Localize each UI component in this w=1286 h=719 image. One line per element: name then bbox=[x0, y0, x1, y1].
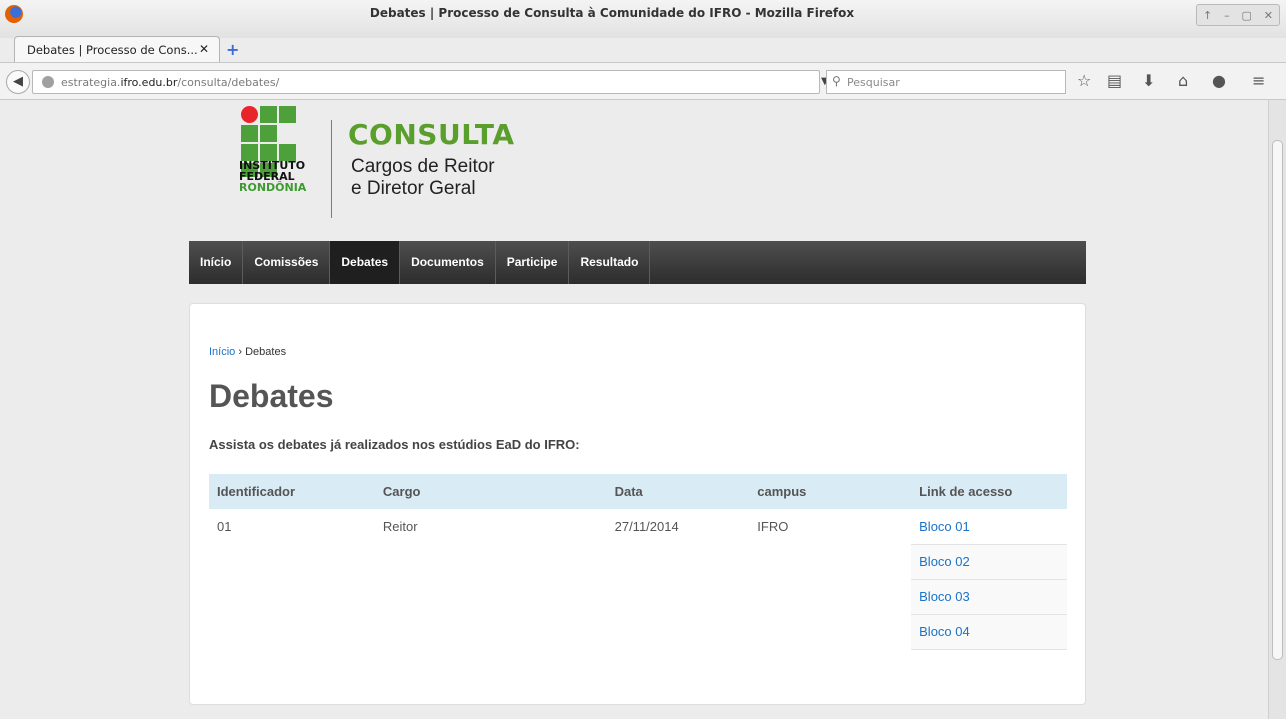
globe-icon bbox=[42, 76, 54, 88]
table-row: Bloco 04 bbox=[209, 614, 1067, 650]
cell-link: Bloco 02 bbox=[911, 544, 1067, 580]
window-titlebar: Debates | Processo de Consulta à Comunid… bbox=[0, 0, 1286, 38]
page-viewport: INSTITUTO FEDERAL RONDÔNIA CONSULTA Carg… bbox=[0, 100, 1268, 719]
url-prefix: estrategia. bbox=[61, 76, 121, 89]
subtitle-line2: e Diretor Geral bbox=[351, 178, 476, 199]
search-bar[interactable]: ⚲ Pesquisar bbox=[826, 70, 1066, 94]
cell-cargo: Reitor bbox=[382, 519, 418, 534]
menu-item-documentos[interactable]: Documentos bbox=[400, 241, 496, 284]
breadcrumb: Início › Debates bbox=[209, 346, 286, 358]
navigation-toolbar: ◀ estrategia.ifro.edu.br/consulta/debate… bbox=[0, 62, 1286, 100]
cell-id: 01 bbox=[217, 519, 232, 534]
logo-square bbox=[260, 125, 277, 142]
maximize-icon[interactable]: ▢ bbox=[1241, 9, 1251, 22]
main-menu: Início Comissões Debates Documentos Part… bbox=[189, 241, 1086, 284]
table-row: 01 Reitor 27/11/2014 IFRO Bloco 01 bbox=[209, 509, 1067, 545]
tab-close-icon[interactable]: ✕ bbox=[199, 42, 209, 56]
new-tab-button[interactable]: + bbox=[226, 40, 239, 59]
subtitle-line1: Cargos de Reitor bbox=[351, 156, 495, 177]
browser-tab[interactable]: Debates | Processo de Cons... ✕ bbox=[14, 36, 220, 62]
logo-square bbox=[260, 106, 277, 123]
close-window-icon[interactable]: ✕ bbox=[1264, 9, 1273, 22]
menu-hamburger-icon[interactable]: ≡ bbox=[1252, 71, 1265, 90]
breadcrumb-home-link[interactable]: Início bbox=[209, 346, 235, 358]
bookmark-star-icon[interactable]: ☆ bbox=[1077, 71, 1091, 90]
header-identificador: Identificador bbox=[209, 474, 375, 509]
cell-link: Bloco 04 bbox=[911, 614, 1067, 650]
url-domain: ifro.edu.br bbox=[120, 76, 178, 89]
menu-item-participe[interactable]: Participe bbox=[496, 241, 570, 284]
page-title: Debates bbox=[209, 378, 334, 414]
back-button[interactable]: ◀ bbox=[6, 70, 30, 94]
logo-text: INSTITUTO FEDERAL RONDÔNIA bbox=[239, 160, 306, 193]
home-icon[interactable]: ⌂ bbox=[1178, 71, 1188, 90]
search-icon: ⚲ bbox=[832, 74, 841, 88]
header-data: Data bbox=[606, 474, 750, 509]
page-scrollbar[interactable] bbox=[1268, 100, 1286, 719]
cell-data: 27/11/2014 bbox=[614, 519, 679, 534]
menu-item-comissoes[interactable]: Comissões bbox=[243, 241, 331, 284]
site-subtitle: Cargos de Reitor e Diretor Geral bbox=[351, 156, 495, 200]
window-title: Debates | Processo de Consulta à Comunid… bbox=[369, 6, 855, 20]
cell-link: Bloco 03 bbox=[911, 579, 1067, 615]
logo-red-circle bbox=[241, 106, 258, 123]
bloco-04-link[interactable]: Bloco 04 bbox=[919, 624, 970, 639]
cell-link: Bloco 01 bbox=[911, 509, 1067, 545]
tab-label: Debates | Processo de Cons... bbox=[27, 43, 198, 57]
logo-square bbox=[241, 125, 258, 142]
breadcrumb-current: Debates bbox=[245, 346, 287, 358]
logo-divider bbox=[331, 120, 332, 218]
logo-line3: RONDÔNIA bbox=[239, 181, 307, 194]
table-header-row: Identificador Cargo Data campus Link de … bbox=[209, 474, 1067, 509]
site-title: CONSULTA bbox=[348, 118, 515, 151]
window-up-icon[interactable]: ↑ bbox=[1203, 9, 1212, 22]
menu-item-debates[interactable]: Debates bbox=[330, 241, 401, 284]
table-row: Bloco 02 bbox=[209, 544, 1067, 580]
header-cargo: Cargo bbox=[374, 474, 607, 509]
search-placeholder: Pesquisar bbox=[847, 76, 900, 89]
header-campus: campus bbox=[749, 474, 912, 509]
breadcrumb-separator: › bbox=[238, 346, 243, 358]
download-icon[interactable]: ⬇ bbox=[1142, 71, 1155, 90]
chat-icon[interactable]: ● bbox=[1212, 71, 1226, 90]
page-intro: Assista os debates já realizados nos est… bbox=[209, 437, 580, 452]
debates-table: Identificador Cargo Data campus Link de … bbox=[209, 474, 1067, 650]
logo-square bbox=[279, 106, 296, 123]
bookmarks-list-icon[interactable]: ▤ bbox=[1107, 71, 1122, 90]
window-controls: ↑ – ▢ ✕ bbox=[1196, 4, 1280, 26]
address-bar[interactable]: estrategia.ifro.edu.br/consulta/debates/… bbox=[32, 70, 846, 94]
scrollbar-thumb[interactable] bbox=[1272, 140, 1283, 660]
bloco-01-link[interactable]: Bloco 01 bbox=[919, 519, 970, 534]
bloco-03-link[interactable]: Bloco 03 bbox=[919, 589, 970, 604]
minimize-icon[interactable]: – bbox=[1224, 9, 1230, 22]
content-card: Início › Debates Debates Assista os deba… bbox=[189, 303, 1086, 705]
menu-item-inicio[interactable]: Início bbox=[189, 241, 244, 284]
bloco-02-link[interactable]: Bloco 02 bbox=[919, 554, 970, 569]
cell-campus: IFRO bbox=[757, 519, 789, 534]
table-row: Bloco 03 bbox=[209, 579, 1067, 615]
menu-item-resultado[interactable]: Resultado bbox=[569, 241, 651, 284]
header-link: Link de acesso bbox=[911, 474, 1067, 509]
url-path: /consulta/debates/ bbox=[177, 76, 280, 89]
